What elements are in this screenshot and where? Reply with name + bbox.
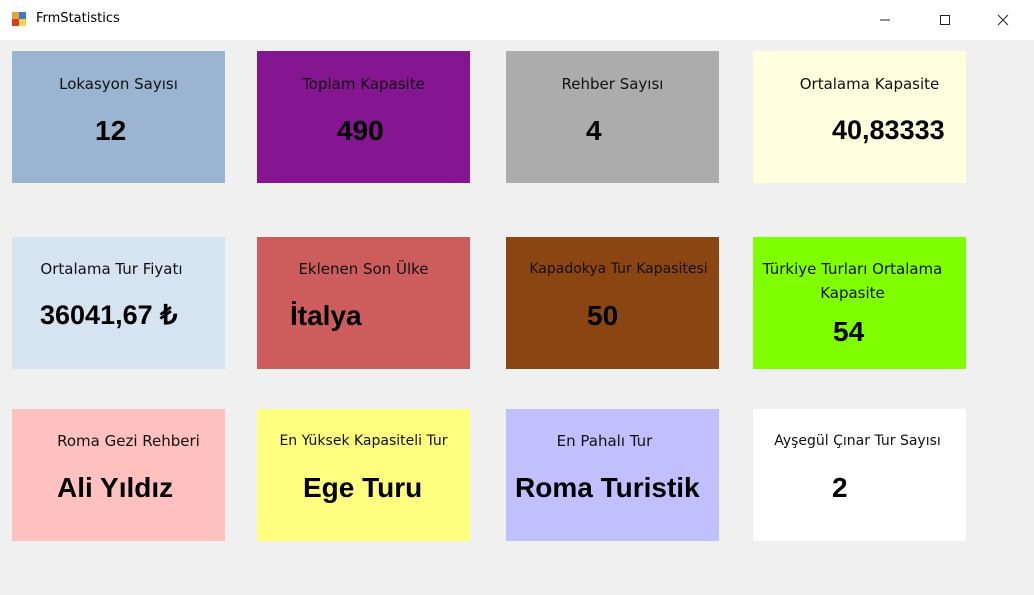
close-button[interactable] <box>980 0 1026 40</box>
card-label: En Yüksek Kapasiteli Tur <box>279 433 448 449</box>
maximize-icon <box>940 15 950 25</box>
card-label: Toplam Kapasite <box>302 75 425 93</box>
app-icon <box>12 11 28 27</box>
card-label: Kapadokya Tur Kapasitesi <box>529 261 708 277</box>
card-aysegul-tour-count: Ayşegül Çınar Tur Sayısı 2 <box>753 409 966 541</box>
card-value: 12 <box>95 115 127 146</box>
card-value: 50 <box>587 300 619 331</box>
minimize-icon <box>880 19 890 21</box>
card-label: Türkiye Turları Ortalama <box>762 260 943 278</box>
card-label: En Pahalı Tur <box>556 432 653 450</box>
card-average-capacity: Ortalama Kapasite 40,83333 <box>753 51 966 183</box>
card-label-line2: Kapasite <box>820 284 885 302</box>
card-value: 40,83333 <box>832 115 945 145</box>
card-turkey-average-capacity: Türkiye Turları Ortalama Kapasite 54 <box>753 237 966 369</box>
card-label: Ortalama Tur Fiyatı <box>40 260 183 278</box>
card-value: Ali Yıldız <box>57 472 174 503</box>
title-bar: FrmStatistics <box>0 0 1034 40</box>
close-icon <box>997 14 1009 26</box>
card-label: Eklenen Son Ülke <box>298 260 429 278</box>
card-value: Ege Turu <box>303 472 423 503</box>
card-value: 54 <box>833 316 865 347</box>
card-total-capacity: Toplam Kapasite 490 <box>257 51 470 183</box>
card-cappadocia-capacity: Kapadokya Tur Kapasitesi 50 <box>506 237 719 369</box>
card-value: 490 <box>337 115 384 146</box>
card-value: Roma Turistik <box>515 472 700 503</box>
card-average-tour-price: Ortalama Tur Fiyatı 36041,67 ₺ <box>12 237 225 369</box>
card-location-count: Lokasyon Sayısı 12 <box>12 51 225 183</box>
card-guide-count: Rehber Sayısı 4 <box>506 51 719 183</box>
card-label: Lokasyon Sayısı <box>59 75 178 93</box>
card-value: 2 <box>832 472 848 503</box>
minimize-button[interactable] <box>862 0 908 40</box>
card-label: Ortalama Kapasite <box>799 75 940 93</box>
card-value: 4 <box>586 115 602 146</box>
card-rome-guide: Roma Gezi Rehberi Ali Yıldız <box>12 409 225 541</box>
maximize-button[interactable] <box>922 0 968 40</box>
card-value: İtalya <box>290 300 362 331</box>
card-highest-capacity-tour: En Yüksek Kapasiteli Tur Ege Turu <box>257 409 470 541</box>
card-most-expensive-tour: En Pahalı Tur Roma Turistik <box>506 409 719 541</box>
window-title: FrmStatistics <box>36 11 120 26</box>
card-last-added-country: Eklenen Son Ülke İtalya <box>257 237 470 369</box>
card-label: Roma Gezi Rehberi <box>57 432 200 450</box>
card-label: Ayşegül Çınar Tur Sayısı <box>774 433 941 449</box>
card-label: Rehber Sayısı <box>561 75 664 93</box>
card-value: 36041,67 ₺ <box>40 300 178 330</box>
